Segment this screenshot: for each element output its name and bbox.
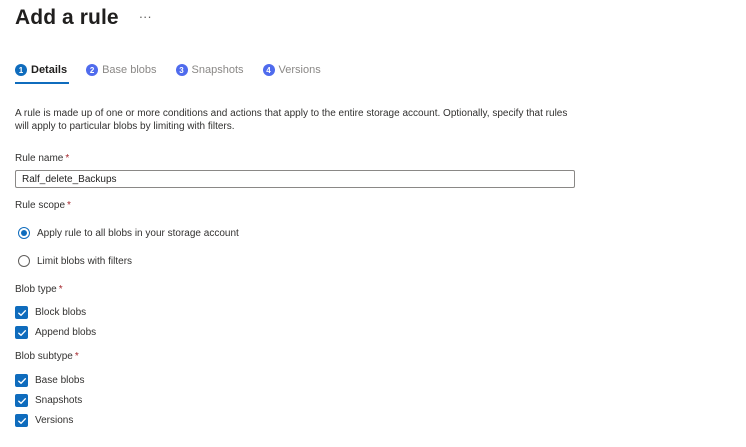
checkmark-icon[interactable] bbox=[15, 374, 28, 387]
label-text: Rule name bbox=[15, 153, 64, 164]
tab-snapshots[interactable]: 3 Snapshots bbox=[175, 64, 244, 84]
step-number-3: 3 bbox=[175, 64, 188, 76]
checkbox-label: Versions bbox=[35, 415, 74, 426]
checkbox-block-blobs[interactable]: Block blobs bbox=[15, 306, 86, 319]
checkbox-label: Base blobs bbox=[35, 375, 85, 386]
checkbox-base-blobs[interactable]: Base blobs bbox=[15, 374, 84, 387]
checkbox-versions[interactable]: Versions bbox=[15, 414, 73, 427]
tab-versions[interactable]: 4 Versions bbox=[262, 64, 321, 84]
radio-limit-with-filters[interactable]: Limit blobs with filters bbox=[18, 255, 132, 267]
label-text: Rule scope bbox=[15, 200, 66, 211]
rule-name-label: Rule name * bbox=[15, 153, 69, 164]
blob-type-label: Blob type * bbox=[15, 284, 63, 295]
required-marker: * bbox=[74, 351, 79, 362]
step-number-4: 4 bbox=[262, 64, 275, 76]
checkbox-label: Append blobs bbox=[35, 327, 97, 338]
checkmark-icon[interactable] bbox=[15, 414, 28, 427]
rule-description: A rule is made up of one or more conditi… bbox=[15, 108, 568, 132]
checkbox-label: Snapshots bbox=[35, 395, 83, 406]
tab-label: Details bbox=[31, 64, 68, 76]
wizard-tabs: 1 Details 2 Base blobs 3 Snapshots 4 Ver… bbox=[15, 64, 340, 84]
checkbox-append-blobs[interactable]: Append blobs bbox=[15, 326, 96, 339]
step-number-2: 2 bbox=[86, 64, 99, 76]
rule-scope-label: Rule scope * bbox=[15, 200, 71, 211]
radio-selected-icon[interactable] bbox=[18, 227, 30, 239]
tab-label: Snapshots bbox=[191, 64, 244, 76]
checkmark-icon[interactable] bbox=[15, 306, 28, 319]
checkmark-icon[interactable] bbox=[15, 394, 28, 407]
required-marker: * bbox=[65, 153, 70, 164]
rule-name-input[interactable] bbox=[15, 170, 575, 188]
tab-label: Versions bbox=[278, 64, 321, 76]
radio-unselected-icon[interactable] bbox=[18, 255, 30, 267]
title-row: Add a rule ··· bbox=[15, 6, 152, 30]
label-text: Blob type bbox=[15, 284, 57, 295]
tab-details[interactable]: 1 Details bbox=[15, 64, 70, 84]
checkmark-icon[interactable] bbox=[15, 326, 28, 339]
more-options-icon[interactable]: ··· bbox=[139, 10, 152, 23]
checkbox-snapshots[interactable]: Snapshots bbox=[15, 394, 82, 407]
tab-label: Base blobs bbox=[102, 64, 157, 76]
blob-subtype-label: Blob subtype * bbox=[15, 351, 79, 362]
step-number-1: 1 bbox=[15, 64, 27, 76]
page-title: Add a rule bbox=[15, 6, 119, 29]
radio-label: Apply rule to all blobs in your storage … bbox=[37, 227, 239, 239]
tab-base-blobs[interactable]: 2 Base blobs bbox=[86, 64, 157, 84]
required-marker: * bbox=[58, 284, 63, 295]
radio-apply-all-blobs[interactable]: Apply rule to all blobs in your storage … bbox=[18, 227, 239, 239]
label-text: Blob subtype bbox=[15, 351, 73, 362]
required-marker: * bbox=[67, 200, 71, 211]
checkbox-label: Block blobs bbox=[35, 307, 87, 318]
radio-label: Limit blobs with filters bbox=[37, 255, 133, 267]
